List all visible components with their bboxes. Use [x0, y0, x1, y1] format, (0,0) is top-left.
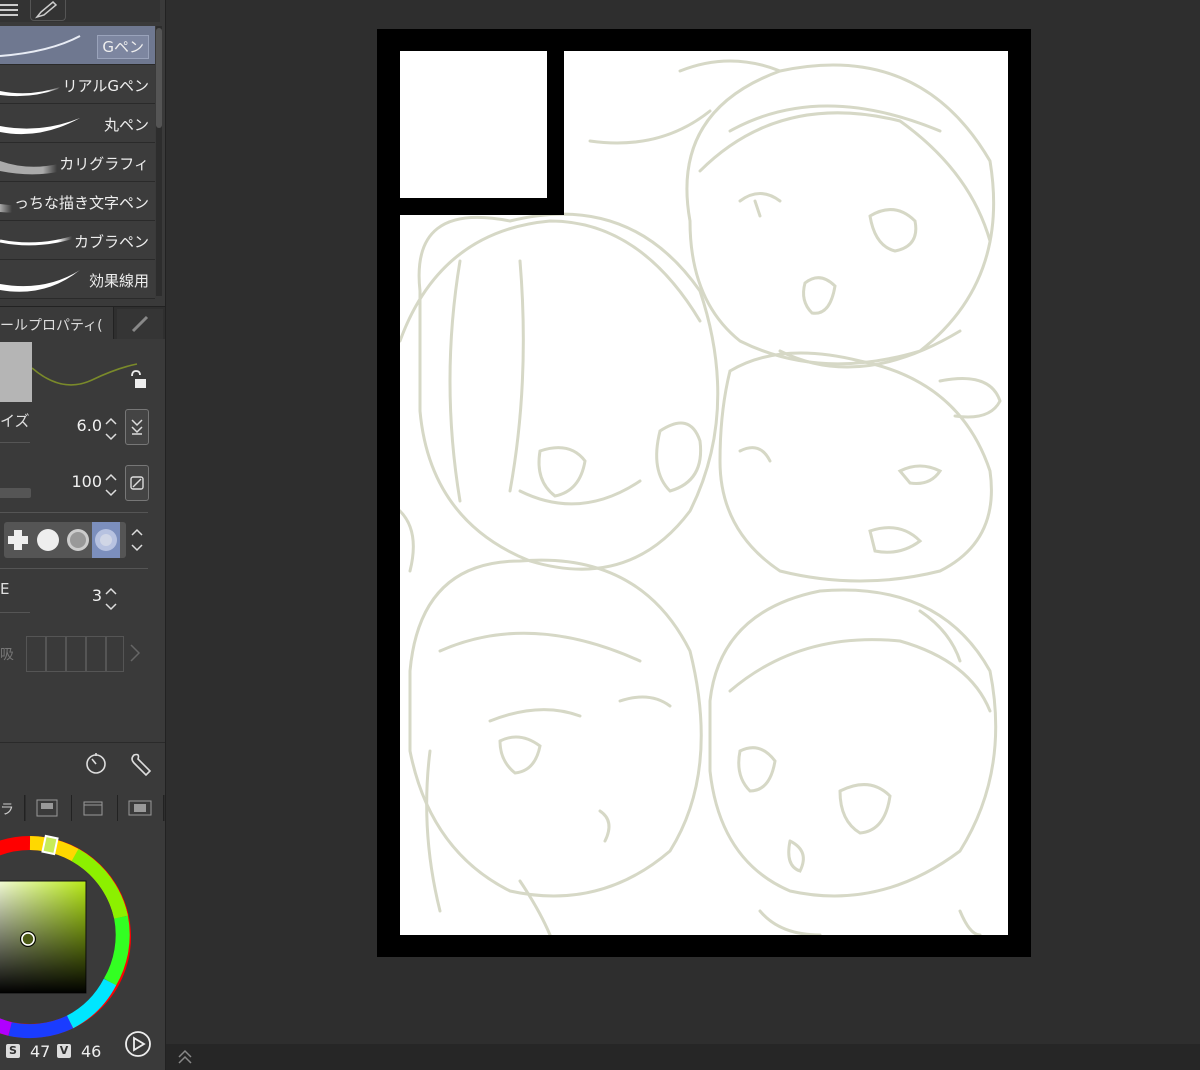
brush-name: カリグラフィ	[43, 153, 149, 174]
wrench-icon[interactable]	[128, 751, 154, 777]
value-badge: V	[57, 1044, 71, 1058]
divider	[0, 612, 30, 613]
tab-tool-property[interactable]: ールプロパティ(	[0, 307, 114, 339]
tab-label: ールプロパティ(	[0, 318, 103, 334]
brush-item-real-g-pen[interactable]: リアルGペン	[0, 65, 155, 104]
brush-shape-selector	[4, 522, 126, 558]
tool-property-tabbar: ールプロパティ(	[0, 306, 165, 339]
stabilizer-value[interactable]: 3	[92, 586, 102, 605]
chevron-right-icon[interactable]	[128, 642, 142, 664]
brightness-value: 46	[81, 1042, 102, 1061]
tab-label: ラ	[0, 802, 14, 818]
brush-name: っちな描き文字ペン	[0, 192, 149, 213]
tab-color-set[interactable]	[26, 795, 72, 821]
size-pressure-button[interactable]	[125, 409, 149, 445]
shape-spinner[interactable]	[130, 527, 144, 553]
manga-panel-small[interactable]	[400, 51, 547, 198]
disabled-icon	[130, 476, 144, 490]
tab-brush-shape[interactable]	[117, 309, 163, 339]
brush-name: Gペン	[97, 35, 149, 59]
left-sidebar: Gペン リアルGペン 丸ペン カリグラフィ っちな描き文字ペン カブラペン 効果…	[0, 0, 166, 1070]
stroke-preview	[32, 363, 138, 386]
saturation-badge: S	[6, 1044, 20, 1058]
brush-size-label: イズ	[0, 412, 30, 430]
stabilizer-label: E	[0, 580, 10, 598]
canvas-status-bar	[166, 1044, 1200, 1070]
color-wheel[interactable]	[0, 827, 140, 1047]
brush-name: 丸ペン	[87, 114, 149, 135]
divider	[0, 442, 30, 443]
divider	[0, 568, 148, 569]
sub-tool-toolbar	[0, 0, 160, 22]
brush-item-calligraphy[interactable]: カリグラフィ	[0, 143, 155, 182]
stabilizer-spinner[interactable]	[104, 586, 118, 612]
timer-icon[interactable]	[84, 751, 108, 775]
opacity-value[interactable]: 100	[71, 472, 102, 491]
brush-list-scrollbar[interactable]	[156, 26, 162, 296]
brush-list: Gペン リアルGペン 丸ペン カリグラフィ っちな描き文字ペン カブラペン 効果…	[0, 26, 155, 299]
saturation-value: 47	[30, 1042, 51, 1061]
color-set-icon	[36, 799, 58, 817]
shape-circle-hard-icon[interactable]	[34, 522, 62, 558]
absorb-row: 吸	[0, 632, 150, 672]
shape-circle-soft-icon[interactable]	[64, 522, 92, 558]
tab-color-wheel[interactable]: ラ	[0, 795, 25, 821]
opacity-spinner[interactable]	[104, 472, 118, 498]
lock-icon[interactable]	[128, 370, 148, 390]
brush-size-value[interactable]: 6.0	[77, 416, 102, 435]
brush-stroke-preview	[0, 118, 80, 135]
brush-name: カブラペン	[57, 231, 149, 252]
color-panel-tabs: ラ	[0, 795, 165, 821]
absorb-slot	[46, 636, 66, 672]
chevron-double-up-icon[interactable]	[176, 1048, 194, 1066]
menu-icon[interactable]	[0, 2, 20, 18]
absorb-slot	[86, 636, 106, 672]
size-spinner[interactable]	[104, 416, 118, 442]
brush-item-kabura-pen[interactable]: カブラペン	[0, 221, 155, 260]
play-icon[interactable]	[124, 1030, 152, 1058]
brush-item-round-pen[interactable]: 丸ペン	[0, 104, 155, 143]
brush-tab-icon	[131, 315, 149, 333]
brush-name: 効果線用	[72, 270, 149, 291]
tab-color-history[interactable]	[118, 795, 164, 821]
absorb-slot	[26, 636, 46, 672]
absorb-slot	[66, 636, 86, 672]
brush-item-g-pen[interactable]: Gペン	[0, 26, 155, 65]
absorb-label: 吸	[0, 647, 14, 663]
film-icon	[128, 800, 152, 816]
brush-item-lettering-pen[interactable]: っちな描き文字ペン	[0, 182, 155, 221]
prop-stabilizer: E 3	[0, 576, 150, 626]
tool-property-footer	[0, 742, 165, 783]
opacity-pressure-button[interactable]	[125, 465, 149, 501]
hsv-readout: S 47 V 46	[0, 1040, 110, 1064]
absorb-slot	[106, 636, 124, 672]
divider	[0, 512, 148, 513]
tab-intermediate-color[interactable]	[72, 795, 118, 821]
brush-tip-preview	[0, 342, 32, 402]
shape-circle-airbrush-icon[interactable]	[92, 522, 120, 558]
window-icon	[83, 801, 103, 816]
pen-tool-icon[interactable]	[30, 0, 66, 21]
brush-item-effect-line[interactable]: 効果線用	[0, 260, 155, 299]
opacity-slider[interactable]	[0, 488, 31, 498]
pressure-icon	[131, 419, 143, 435]
shape-plus-icon[interactable]	[4, 522, 32, 558]
brush-name: リアルGペン	[46, 75, 149, 96]
scrollbar-thumb[interactable]	[156, 28, 162, 128]
